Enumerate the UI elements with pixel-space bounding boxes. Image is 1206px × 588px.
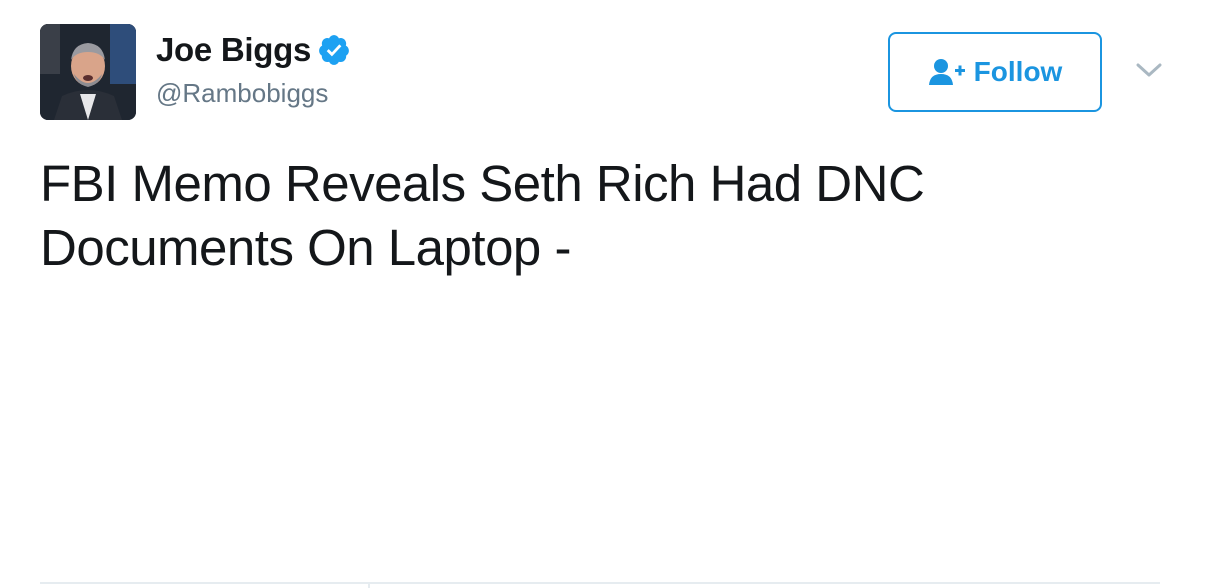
chevron-down-icon[interactable] <box>1134 58 1164 82</box>
avatar[interactable] <box>40 24 136 120</box>
author-display-name[interactable]: Joe Biggs <box>156 28 311 72</box>
tweet-text: FBI Memo Reveals Seth Rich Had DNC Docum… <box>40 155 925 276</box>
divider <box>368 582 370 588</box>
add-user-icon <box>928 57 966 87</box>
avatar-image <box>40 24 136 120</box>
follow-button-label: Follow <box>973 56 1063 87</box>
divider <box>40 582 1160 584</box>
author-name-row[interactable]: Joe Biggs <box>156 28 351 72</box>
author-handle[interactable]: @Rambobiggs <box>156 76 328 110</box>
follow-button[interactable]: Follow <box>888 32 1102 112</box>
tweet-card: Joe Biggs @Rambobiggs Follow FBI Memo Re… <box>0 0 1206 588</box>
verified-badge-icon <box>317 33 351 67</box>
